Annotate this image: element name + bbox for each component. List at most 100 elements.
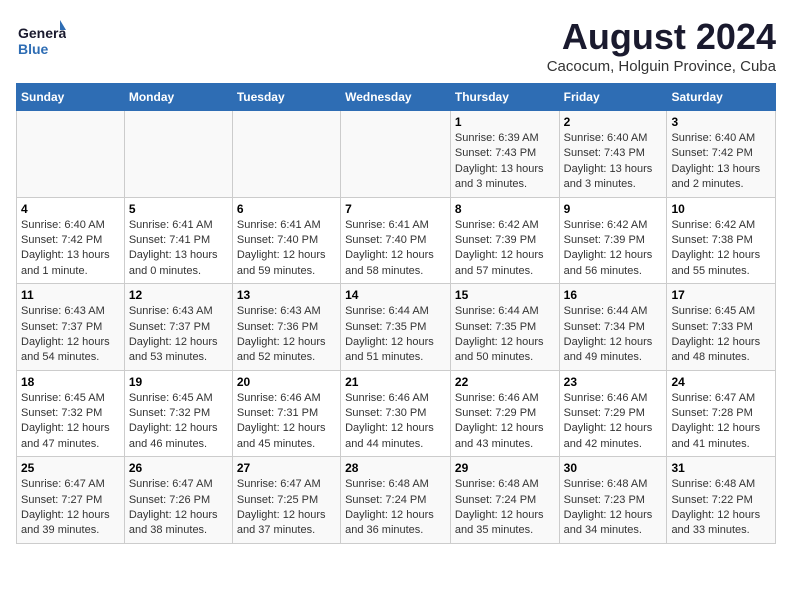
day-number: 5: [129, 202, 228, 216]
cell-w2-d4: 8Sunrise: 6:42 AM Sunset: 7:39 PM Daylig…: [450, 197, 559, 284]
cell-w1-d0: [17, 111, 125, 198]
day-number: 31: [671, 461, 771, 475]
day-number: 9: [564, 202, 663, 216]
cell-w4-d2: 20 Sunrise: 6:46 AM Sunset: 7:31 PM Dayli…: [232, 370, 340, 457]
day-info: Sunrise: 6:46 AM Sunset: 7:30 PM Dayligh…: [345, 391, 446, 453]
cell-w2-d1: 5 Sunrise: 6:41 AM Sunset: 7:41 PM Daylig…: [124, 197, 232, 284]
week-row-1: 1 Sunrise: 6:39 AM Sunset: 7:43 PM Daylig…: [17, 111, 776, 198]
day-info: Sunrise: 6:43 AM Sunset: 7:37 PM Dayligh…: [21, 304, 120, 366]
week-row-5: 25 Sunrise: 6:47 AM Sunset: 7:27 PM Dayli…: [17, 457, 776, 544]
header-saturday: Saturday: [667, 84, 776, 111]
cell-w5-d3: 28 Sunrise: 6:48 AM Sunset: 7:24 PM Dayli…: [341, 457, 451, 544]
cell-w2-d3: 7 Sunrise: 6:41 AM Sunset: 7:40 PM Daylig…: [341, 197, 451, 284]
day-number: 20: [237, 375, 336, 389]
header-sunday: Sunday: [17, 84, 125, 111]
day-info: Sunrise: 6:45 AM Sunset: 7:32 PM Dayligh…: [129, 391, 228, 453]
day-number: 25: [21, 461, 120, 475]
day-number: 4: [21, 202, 120, 216]
cell-w3-d6: 17 Sunrise: 6:45 AM Sunset: 7:33 PM Dayli…: [667, 284, 776, 371]
header: General Blue August 2024 Cacocum, Holgui…: [16, 16, 776, 75]
cell-w3-d1: 12 Sunrise: 6:43 AM Sunset: 7:37 PM Dayli…: [124, 284, 232, 371]
cell-w4-d5: 23Sunrise: 6:46 AM Sunset: 7:29 PM Dayli…: [559, 370, 667, 457]
cell-w5-d2: 27Sunrise: 6:47 AM Sunset: 7:25 PM Dayli…: [232, 457, 340, 544]
svg-text:Blue: Blue: [18, 41, 49, 57]
day-number: 17: [671, 288, 771, 302]
day-info: Sunrise: 6:46 AM Sunset: 7:29 PM Dayligh…: [564, 391, 663, 453]
cell-w1-d6: 3Sunrise: 6:40 AM Sunset: 7:42 PM Daylig…: [667, 111, 776, 198]
day-info: Sunrise: 6:41 AM Sunset: 7:41 PM Dayligh…: [129, 218, 228, 280]
day-info: Sunrise: 6:42 AM Sunset: 7:38 PM Dayligh…: [671, 218, 771, 280]
day-number: 26: [129, 461, 228, 475]
cell-w5-d5: 30 Sunrise: 6:48 AM Sunset: 7:23 PM Dayli…: [559, 457, 667, 544]
day-number: 10: [671, 202, 771, 216]
day-number: 2: [564, 115, 663, 129]
cell-w5-d0: 25 Sunrise: 6:47 AM Sunset: 7:27 PM Dayli…: [17, 457, 125, 544]
day-number: 21: [345, 375, 446, 389]
day-info: Sunrise: 6:40 AM Sunset: 7:42 PM Dayligh…: [671, 131, 771, 193]
day-info: Sunrise: 6:42 AM Sunset: 7:39 PM Dayligh…: [564, 218, 663, 280]
day-info: Sunrise: 6:47 AM Sunset: 7:27 PM Dayligh…: [21, 477, 120, 539]
day-number: 30: [564, 461, 663, 475]
logo: General Blue: [16, 16, 66, 66]
day-info: Sunrise: 6:45 AM Sunset: 7:32 PM Dayligh…: [21, 391, 120, 453]
cell-w2-d2: 6Sunrise: 6:41 AM Sunset: 7:40 PM Daylig…: [232, 197, 340, 284]
cell-w1-d3: [341, 111, 451, 198]
svg-text:General: General: [18, 25, 66, 41]
title-area: August 2024 Cacocum, Holguin Province, C…: [547, 16, 776, 75]
week-row-4: 18 Sunrise: 6:45 AM Sunset: 7:32 PM Dayli…: [17, 370, 776, 457]
subtitle: Cacocum, Holguin Province, Cuba: [547, 58, 776, 75]
day-number: 24: [671, 375, 771, 389]
day-info: Sunrise: 6:46 AM Sunset: 7:31 PM Dayligh…: [237, 391, 336, 453]
day-info: Sunrise: 6:44 AM Sunset: 7:35 PM Dayligh…: [345, 304, 446, 366]
cell-w4-d6: 24Sunrise: 6:47 AM Sunset: 7:28 PM Dayli…: [667, 370, 776, 457]
day-number: 28: [345, 461, 446, 475]
day-info: Sunrise: 6:45 AM Sunset: 7:33 PM Dayligh…: [671, 304, 771, 366]
day-number: 15: [455, 288, 555, 302]
day-info: Sunrise: 6:48 AM Sunset: 7:22 PM Dayligh…: [671, 477, 771, 539]
day-info: Sunrise: 6:48 AM Sunset: 7:24 PM Dayligh…: [455, 477, 555, 539]
logo-svg: General Blue: [16, 16, 66, 66]
cell-w5-d1: 26Sunrise: 6:47 AM Sunset: 7:26 PM Dayli…: [124, 457, 232, 544]
day-info: Sunrise: 6:41 AM Sunset: 7:40 PM Dayligh…: [345, 218, 446, 280]
week-row-2: 4 Sunrise: 6:40 AM Sunset: 7:42 PM Daylig…: [17, 197, 776, 284]
cell-w3-d0: 11Sunrise: 6:43 AM Sunset: 7:37 PM Dayli…: [17, 284, 125, 371]
cell-w4-d3: 21 Sunrise: 6:46 AM Sunset: 7:30 PM Dayli…: [341, 370, 451, 457]
day-info: Sunrise: 6:48 AM Sunset: 7:23 PM Dayligh…: [564, 477, 663, 539]
cell-w1-d1: [124, 111, 232, 198]
cell-w4-d4: 22Sunrise: 6:46 AM Sunset: 7:29 PM Dayli…: [450, 370, 559, 457]
header-friday: Friday: [559, 84, 667, 111]
cell-w1-d2: [232, 111, 340, 198]
day-info: Sunrise: 6:40 AM Sunset: 7:43 PM Dayligh…: [564, 131, 663, 193]
day-number: 7: [345, 202, 446, 216]
day-number: 1: [455, 115, 555, 129]
day-info: Sunrise: 6:48 AM Sunset: 7:24 PM Dayligh…: [345, 477, 446, 539]
cell-w5-d4: 29Sunrise: 6:48 AM Sunset: 7:24 PM Dayli…: [450, 457, 559, 544]
day-number: 18: [21, 375, 120, 389]
day-info: Sunrise: 6:39 AM Sunset: 7:43 PM Dayligh…: [455, 131, 555, 193]
cell-w4-d1: 19 Sunrise: 6:45 AM Sunset: 7:32 PM Dayli…: [124, 370, 232, 457]
cell-w2-d5: 9 Sunrise: 6:42 AM Sunset: 7:39 PM Daylig…: [559, 197, 667, 284]
day-info: Sunrise: 6:43 AM Sunset: 7:37 PM Dayligh…: [129, 304, 228, 366]
cell-w4-d0: 18 Sunrise: 6:45 AM Sunset: 7:32 PM Dayli…: [17, 370, 125, 457]
day-info: Sunrise: 6:43 AM Sunset: 7:36 PM Dayligh…: [237, 304, 336, 366]
cell-w5-d6: 31 Sunrise: 6:48 AM Sunset: 7:22 PM Dayli…: [667, 457, 776, 544]
day-number: 14: [345, 288, 446, 302]
header-tuesday: Tuesday: [232, 84, 340, 111]
day-info: Sunrise: 6:40 AM Sunset: 7:42 PM Dayligh…: [21, 218, 120, 280]
header-wednesday: Wednesday: [341, 84, 451, 111]
main-title: August 2024: [547, 16, 776, 58]
cell-w3-d2: 13 Sunrise: 6:43 AM Sunset: 7:36 PM Dayli…: [232, 284, 340, 371]
day-number: 16: [564, 288, 663, 302]
day-number: 22: [455, 375, 555, 389]
cell-w1-d4: 1 Sunrise: 6:39 AM Sunset: 7:43 PM Daylig…: [450, 111, 559, 198]
day-number: 12: [129, 288, 228, 302]
days-header-row: SundayMondayTuesdayWednesdayThursdayFrid…: [17, 84, 776, 111]
cell-w3-d5: 16Sunrise: 6:44 AM Sunset: 7:34 PM Dayli…: [559, 284, 667, 371]
cell-w2-d6: 10 Sunrise: 6:42 AM Sunset: 7:38 PM Dayli…: [667, 197, 776, 284]
day-info: Sunrise: 6:44 AM Sunset: 7:35 PM Dayligh…: [455, 304, 555, 366]
day-info: Sunrise: 6:41 AM Sunset: 7:40 PM Dayligh…: [237, 218, 336, 280]
day-number: 13: [237, 288, 336, 302]
day-info: Sunrise: 6:42 AM Sunset: 7:39 PM Dayligh…: [455, 218, 555, 280]
day-number: 19: [129, 375, 228, 389]
cell-w3-d4: 15 Sunrise: 6:44 AM Sunset: 7:35 PM Dayli…: [450, 284, 559, 371]
